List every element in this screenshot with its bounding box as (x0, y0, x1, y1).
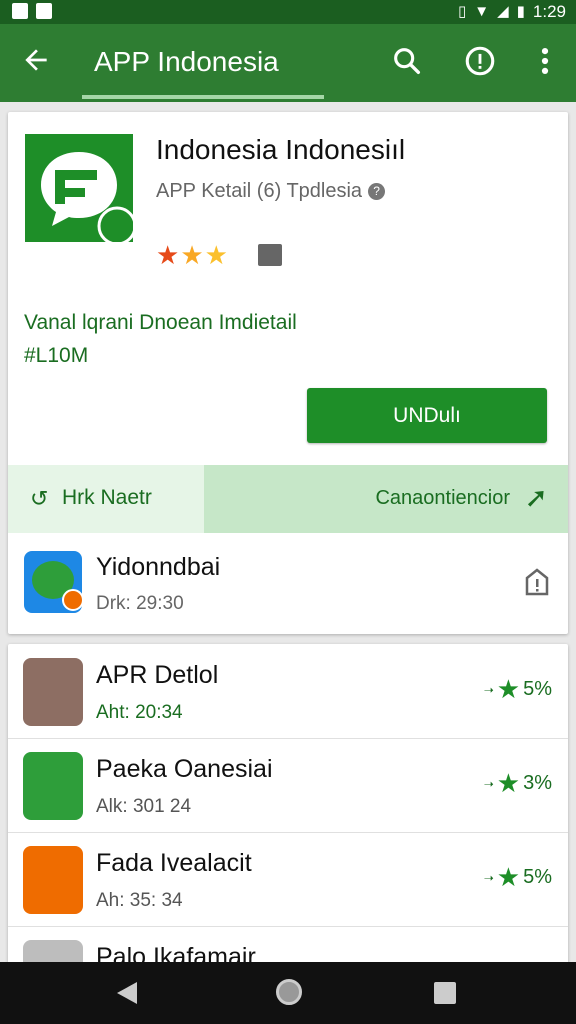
star-icon: ★ (180, 240, 205, 270)
related-app-row[interactable]: Yidonndbai Drk: 29:30 (8, 537, 568, 629)
list-item-rating-value: 5% (523, 866, 552, 888)
info-icon[interactable] (463, 44, 497, 78)
avatar (23, 752, 83, 820)
left-action[interactable]: ↺ Hrk Naetr (8, 465, 204, 533)
list-item-name: Paeka Oanesiai (96, 755, 273, 783)
status-time: 1:29 (532, 2, 566, 21)
system-nav-bar (0, 962, 576, 1024)
arrow-icon: ➝ (483, 776, 494, 791)
arrow-icon: ➝ (483, 682, 494, 697)
back-arrow-icon[interactable] (20, 44, 52, 76)
list-item-rating: ➝ ★ 5% (484, 674, 552, 705)
app-detail-card: Indonesia Indonesiıl APP Ketail (6) Tpdl… (8, 112, 568, 634)
info-small-icon: ? (368, 183, 386, 200)
notification-icon (36, 3, 52, 19)
more-vert-icon[interactable] (528, 44, 562, 78)
app-description: Vanal lqrani Dnoean Imdietail (24, 311, 297, 334)
app-subtitle: APP Ketail (6) Tpdlesia (156, 180, 363, 202)
left-action-label: Hrk Naetr (62, 486, 152, 509)
app-logo-icon (25, 134, 137, 246)
list-item-meta: Aht: 20:34 (96, 702, 183, 723)
list-item-meta: Ah: 35: 34 (96, 890, 183, 911)
related-app-name: Yidonndbai (96, 553, 221, 581)
right-action[interactable]: Canaontiencior ➚ (204, 465, 568, 533)
status-bar: ▯ ▼ ◢ ▮ 1:29 (0, 0, 576, 24)
nav-recents-icon[interactable] (434, 982, 456, 1004)
rating-stars: ★★★ (156, 240, 229, 271)
app-name: Indonesia Indonesiıl (156, 134, 406, 165)
arrow-right-icon: ➚ (524, 482, 548, 513)
tab-indicator (82, 95, 324, 99)
list-item-rating: ➝ ★ 3% (484, 768, 552, 799)
signal-icon: ◢ (497, 3, 509, 20)
star-icon: ★ (156, 240, 181, 270)
nav-back-icon[interactable] (115, 980, 139, 1006)
update-icon[interactable] (524, 567, 550, 597)
wifi-icon: ▼ (474, 3, 490, 20)
list-item-name: APR Detlol (96, 661, 219, 689)
related-app-meta: Drk: 29:30 (96, 593, 184, 614)
star-half-icon: ★ (204, 240, 229, 270)
app-list-card: APR Detlol Aht: 20:34 ➝ ★ 5% Paeka Oanes… (8, 644, 568, 1008)
list-item-rating-value: 3% (523, 772, 552, 794)
avatar (23, 846, 83, 914)
status-right: ▯ ▼ ◢ ▮ 1:29 (458, 2, 566, 22)
vibrate-icon: ▯ (457, 3, 467, 20)
action-split-row: ↺ Hrk Naetr Canaontiencior ➚ (8, 465, 568, 533)
nav-home-icon[interactable] (276, 979, 302, 1005)
list-item-rating-value: 5% (523, 678, 552, 700)
list-item-name: Fada Ivealacit (96, 849, 252, 877)
list-item[interactable]: Paeka Oanesiai Alk: 301 24 ➝ ★ 3% (8, 738, 568, 833)
star-icon: ★ (496, 862, 521, 892)
star-icon: ★ (496, 768, 521, 798)
battery-icon: ▮ (516, 3, 525, 20)
app-bar-title: APP Indonesia (94, 46, 279, 77)
chat-app-icon (24, 551, 84, 613)
avatar (23, 658, 83, 726)
app-bar: APP Indonesia (0, 24, 576, 102)
notification-icons (12, 3, 52, 19)
app-developer: APP Ketail (6) Tpdlesia ? (156, 180, 386, 203)
app-size: #L10M (24, 344, 89, 367)
right-action-label: Canaontiencior (375, 487, 510, 509)
list-item[interactable]: APR Detlol Aht: 20:34 ➝ ★ 5% (8, 644, 568, 739)
install-button[interactable]: UNDulı (307, 388, 547, 443)
search-icon[interactable] (390, 44, 424, 78)
list-item[interactable]: Fada Ivealacit Ah: 35: 34 ➝ ★ 5% (8, 832, 568, 927)
arrow-icon: ➝ (483, 870, 494, 885)
content-rating-icon (258, 244, 282, 266)
link-icon: ↺ (30, 486, 49, 511)
list-item-rating: ➝ ★ 5% (484, 862, 552, 893)
notification-icon (12, 3, 28, 19)
star-icon: ★ (496, 674, 521, 704)
list-item-meta: Alk: 301 24 (96, 796, 192, 817)
